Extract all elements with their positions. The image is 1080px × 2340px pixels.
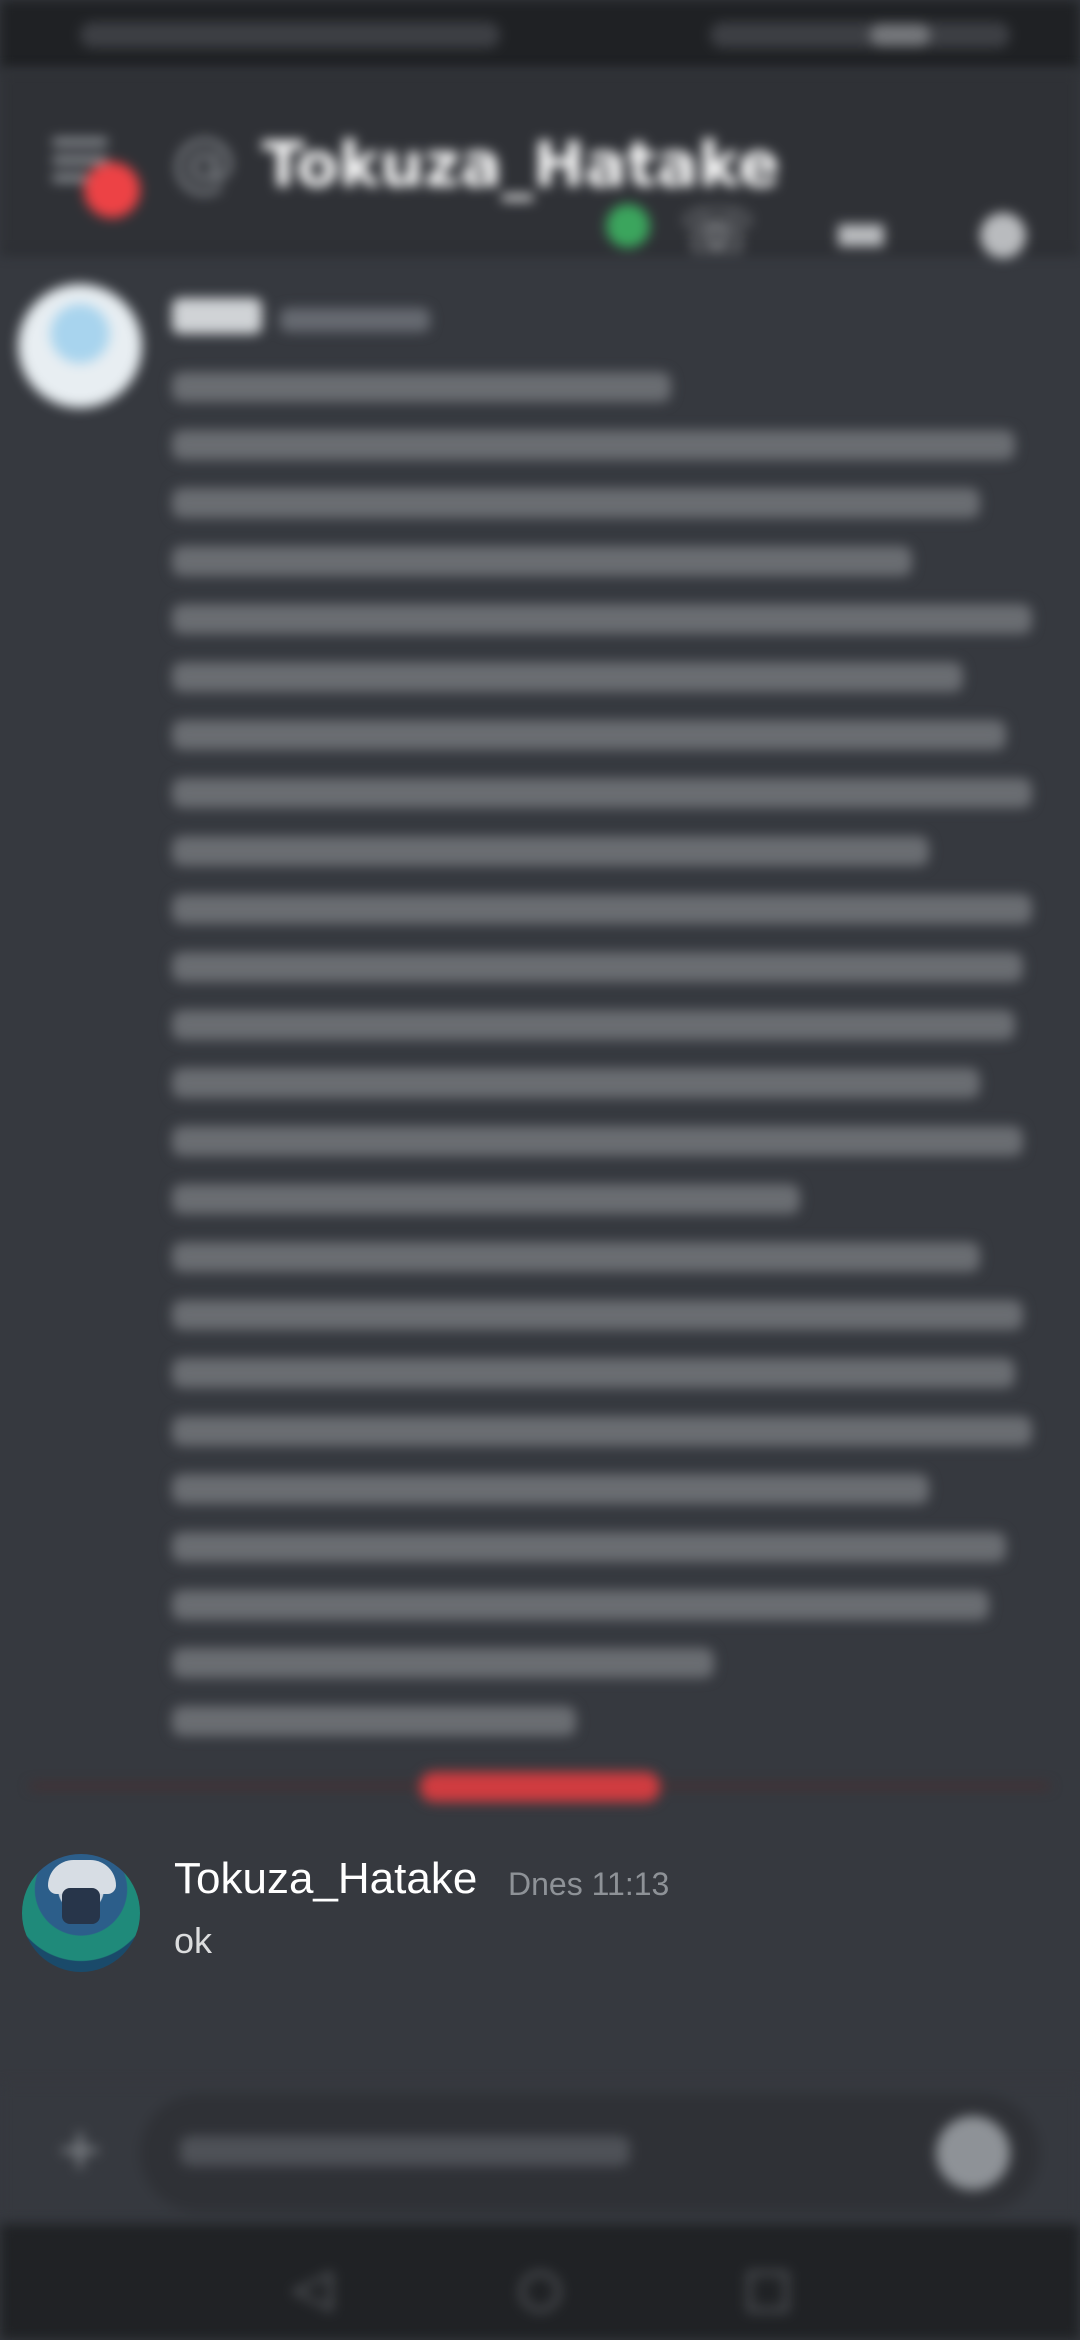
avatar[interactable] [22, 1854, 140, 1972]
system-navigation-bar: ◁ ○ □ [0, 2224, 1080, 2340]
message-author[interactable]: Tokuza_Hatake [174, 1854, 477, 1904]
status-bar-right-info [710, 22, 1010, 48]
message-composer: + [0, 2084, 1080, 2224]
new-messages-badge [420, 1772, 660, 1802]
unread-badge [84, 162, 140, 218]
at-icon: @ [172, 126, 236, 200]
emoji-icon[interactable] [936, 2116, 1010, 2190]
avatar-mask-shape [62, 1888, 100, 1924]
message-text: ok [174, 1920, 213, 1961]
input-placeholder [180, 2136, 630, 2166]
home-icon[interactable]: ○ [510, 2258, 570, 2318]
channel-title[interactable]: Tokuza_Hatake [262, 128, 780, 201]
message-author [172, 298, 262, 334]
recents-icon[interactable]: □ [738, 2258, 798, 2318]
message-timestamp: Dnes 11:13 [508, 1866, 670, 1902]
status-bar-left-info [80, 22, 500, 48]
message-input[interactable] [140, 2094, 1040, 2212]
avatar[interactable] [18, 284, 142, 408]
back-icon[interactable]: ◁ [282, 2258, 342, 2318]
message-content [172, 372, 1032, 1764]
add-attachment-icon[interactable]: + [50, 2120, 110, 2180]
online-status-indicator [606, 204, 650, 248]
channel-header: @ Tokuza_Hatake ☏ ▬ ● [0, 70, 1080, 266]
status-bar [0, 0, 1080, 70]
message-timestamp [280, 308, 430, 332]
chat-area[interactable]: Tokuza_Hatake Dnes 11:13 ok [0, 254, 1080, 2084]
message[interactable]: Tokuza_Hatake Dnes 11:13 ok [0, 1854, 1080, 2054]
